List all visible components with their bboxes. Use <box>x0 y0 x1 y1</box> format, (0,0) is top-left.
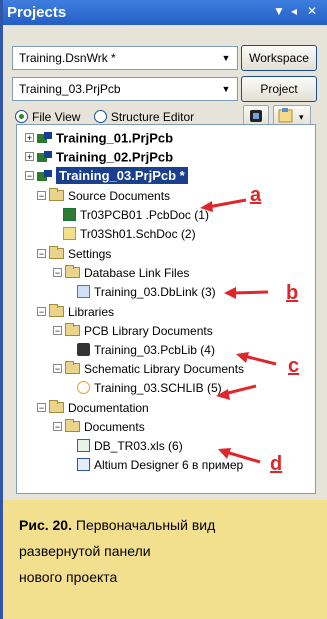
annotation-label-b: b <box>286 282 299 304</box>
annotation-label-a: a <box>250 184 262 206</box>
annotation-arrows <box>200 198 277 464</box>
caption-line-1: Первоначальный вид <box>75 517 216 533</box>
figure-number: Рис. 20. <box>19 517 72 533</box>
annotation-label-d: d <box>270 453 283 475</box>
caption-line-2: развернутой панели <box>19 543 151 559</box>
annotation-label-c: c <box>288 355 300 377</box>
figure-caption: Рис. 20. Первоначальный вид развернутой … <box>3 500 327 619</box>
caption-line-3: нового проекта <box>19 569 118 585</box>
